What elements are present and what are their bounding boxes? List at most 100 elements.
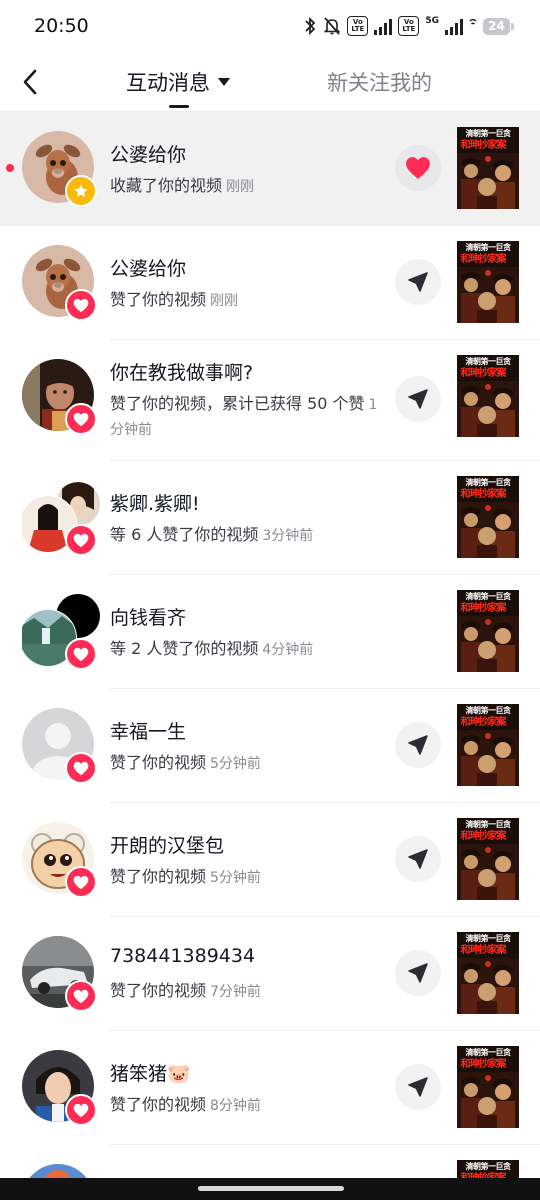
like-heart-icon	[65, 638, 97, 670]
notification-action-text: 赞了你的视频	[110, 981, 207, 1000]
thumbnail-title-line1: 清朝第一巨贪	[465, 934, 512, 943]
notification-row[interactable]: 738441389434 赞了你的视频 7分钟前 清朝第一巨贪 和珅抄家案	[0, 917, 540, 1031]
status-bar: 20:50 Vo LTE Vo LTE 5G 24	[0, 0, 540, 54]
like-heart-icon	[65, 980, 97, 1012]
notification-action-text: 赞了你的视频	[110, 290, 207, 309]
send-icon	[408, 735, 428, 755]
video-thumbnail[interactable]: 清朝第一巨贪 和珅抄家案	[457, 818, 519, 900]
notification-name[interactable]: 公婆给你	[110, 140, 186, 167]
like-heart-icon	[65, 289, 97, 321]
home-indicator[interactable]	[198, 1186, 344, 1191]
notification-row[interactable]: 紫卿.紫卿! 等 6 人赞了你的视频 3分钟前 清朝第一巨贪 和珅抄家案	[0, 461, 540, 575]
notification-action-text: 等 2 人赞了你的视频	[110, 639, 259, 658]
notification-text: 赞了你的视频 5分钟前	[110, 751, 380, 776]
notification-text: 赞了你的视频 7分钟前	[110, 979, 380, 1004]
notification-row[interactable]: 你在教我做事啊? 赞了你的视频，累计已获得 50 个赞 1分钟前 清朝第一巨贪 和…	[0, 340, 540, 461]
signal-icon-2	[445, 18, 463, 35]
thumbnail-title-line2: 和珅抄家案	[460, 945, 507, 956]
notification-time: 刚刚	[210, 293, 239, 309]
notification-time: 5分钟前	[210, 756, 261, 772]
header: 互动消息 新关注我的	[0, 54, 540, 112]
like-heart-icon	[65, 752, 97, 784]
thumbnail-title-line2: 和珅抄家案	[460, 368, 507, 379]
share-button[interactable]	[395, 259, 441, 305]
notification-row[interactable]: 向钱看齐 等 2 人赞了你的视频 4分钟前 清朝第一巨贪 和珅抄家案	[0, 575, 540, 689]
tab-new-followers[interactable]: 新关注我的	[327, 67, 432, 97]
video-thumbnail[interactable]: 清朝第一巨贪 和珅抄家案	[457, 704, 519, 786]
notification-action-text: 等 6 人赞了你的视频	[110, 525, 259, 544]
share-button[interactable]	[395, 950, 441, 996]
bluetooth-icon	[305, 16, 316, 36]
video-thumbnail[interactable]: 清朝第一巨贪 和珅抄家案	[457, 476, 519, 558]
thumbnail-title-line2: 和珅抄家案	[460, 831, 507, 842]
notification-time: 5分钟前	[210, 870, 261, 886]
network-type: 5G	[425, 16, 439, 26]
notification-name[interactable]: 幸福一生	[110, 717, 186, 744]
notification-name[interactable]: 紫卿.紫卿!	[110, 489, 200, 516]
notification-time: 8分钟前	[210, 1098, 261, 1114]
notification-time: 刚刚	[226, 179, 255, 195]
notification-action-text: 赞了你的视频	[110, 1095, 207, 1114]
mute-bell-icon	[323, 17, 341, 35]
share-button[interactable]	[395, 722, 441, 768]
share-button[interactable]	[395, 1064, 441, 1110]
send-icon	[408, 849, 428, 869]
notification-action-text: 赞了你的视频	[110, 867, 207, 886]
thumbnail-title-line2: 和珅抄家案	[460, 254, 507, 265]
notification-row[interactable]: 幸福一生 赞了你的视频 5分钟前 清朝第一巨贪 和珅抄家案	[0, 689, 540, 803]
notification-name[interactable]: 公婆给你	[110, 254, 186, 281]
heart-icon	[406, 157, 430, 179]
video-thumbnail[interactable]: 清朝第一巨贪 和珅抄家案	[457, 355, 519, 437]
notification-name[interactable]: 你在教我做事啊?	[110, 358, 253, 385]
notification-name[interactable]: 向钱看齐	[110, 603, 186, 630]
send-icon	[408, 389, 428, 409]
notification-name[interactable]: 738441389434	[110, 945, 255, 967]
notification-row[interactable]: 开朗的汉堡包 赞了你的视频 5分钟前 清朝第一巨贪 和珅抄家案	[0, 803, 540, 917]
back-arrow-icon	[23, 69, 37, 95]
like-heart-icon	[65, 524, 97, 556]
video-thumbnail[interactable]: 清朝第一巨贪 和珅抄家案	[457, 241, 519, 323]
notification-text: 赞了你的视频 刚刚	[110, 288, 380, 313]
thumbnail-title-line1: 清朝第一巨贪	[465, 243, 512, 252]
like-back-button[interactable]	[395, 145, 441, 191]
notification-row[interactable]: 猪笨猪🐷 赞了你的视频 8分钟前 清朝第一巨贪 和珅抄家案	[0, 1031, 540, 1145]
notification-time: 7分钟前	[210, 984, 261, 1000]
notification-text: 赞了你的视频，累计已获得 50 个赞 1分钟前	[110, 392, 380, 442]
signal-icon	[374, 18, 393, 35]
video-thumbnail[interactable]: 清朝第一巨贪 和珅抄家案	[457, 1046, 519, 1128]
thumbnail-title-line1: 清朝第一巨贪	[465, 1162, 512, 1171]
status-time: 20:50	[34, 15, 89, 37]
tab-interactions[interactable]: 互动消息	[126, 67, 230, 97]
notification-action-text: 收藏了你的视频	[110, 176, 223, 195]
notification-row[interactable]: 公婆给你 赞了你的视频 刚刚 清朝第一巨贪 和珅抄家案	[0, 226, 540, 340]
notification-text: 赞了你的视频 5分钟前	[110, 865, 380, 890]
status-icons: Vo LTE Vo LTE 5G 24	[303, 14, 514, 38]
video-thumbnail[interactable]: 清朝第一巨贪 和珅抄家案	[457, 590, 519, 672]
notification-time: 3分钟前	[262, 528, 314, 544]
thumbnail-title-line1: 清朝第一巨贪	[465, 820, 512, 829]
thumbnail-title-line2: 和珅抄家案	[460, 603, 507, 614]
notification-list: 公婆给你 收藏了你的视频 刚刚 清朝第一巨贪 和珅抄家案 公婆给你 赞了你的视频刚…	[0, 112, 540, 1200]
notification-name[interactable]: 猪笨猪🐷	[110, 1059, 191, 1086]
wifi-icon	[469, 18, 477, 25]
like-heart-icon	[65, 1094, 97, 1126]
video-thumbnail[interactable]: 清朝第一巨贪 和珅抄家案	[457, 127, 519, 209]
thumbnail-title-line2: 和珅抄家案	[460, 1059, 507, 1070]
thumbnail-title-line1: 清朝第一巨贪	[465, 1048, 512, 1057]
notification-action-text: 赞了你的视频，累计已获得 50 个赞	[110, 394, 365, 413]
notification-text: 等 6 人赞了你的视频 3分钟前	[110, 523, 380, 548]
battery-icon: 24	[483, 17, 514, 35]
tab-interactions-label: 互动消息	[126, 71, 210, 95]
notification-name[interactable]: 开朗的汉堡包	[110, 831, 224, 858]
thumbnail-title-line1: 清朝第一巨贪	[465, 706, 512, 715]
thumbnail-title-line1: 清朝第一巨贪	[465, 357, 512, 366]
share-button[interactable]	[395, 376, 441, 422]
back-button[interactable]	[10, 62, 50, 102]
share-button[interactable]	[395, 836, 441, 882]
video-thumbnail[interactable]: 清朝第一巨贪 和珅抄家案	[457, 932, 519, 1014]
notification-row[interactable]: 公婆给你 收藏了你的视频 刚刚 清朝第一巨贪 和珅抄家案	[0, 112, 540, 226]
thumbnail-title-line1: 清朝第一巨贪	[465, 478, 512, 487]
like-heart-icon	[65, 403, 97, 435]
send-icon	[408, 272, 428, 292]
thumbnail-title-line2: 和珅抄家案	[460, 140, 507, 151]
